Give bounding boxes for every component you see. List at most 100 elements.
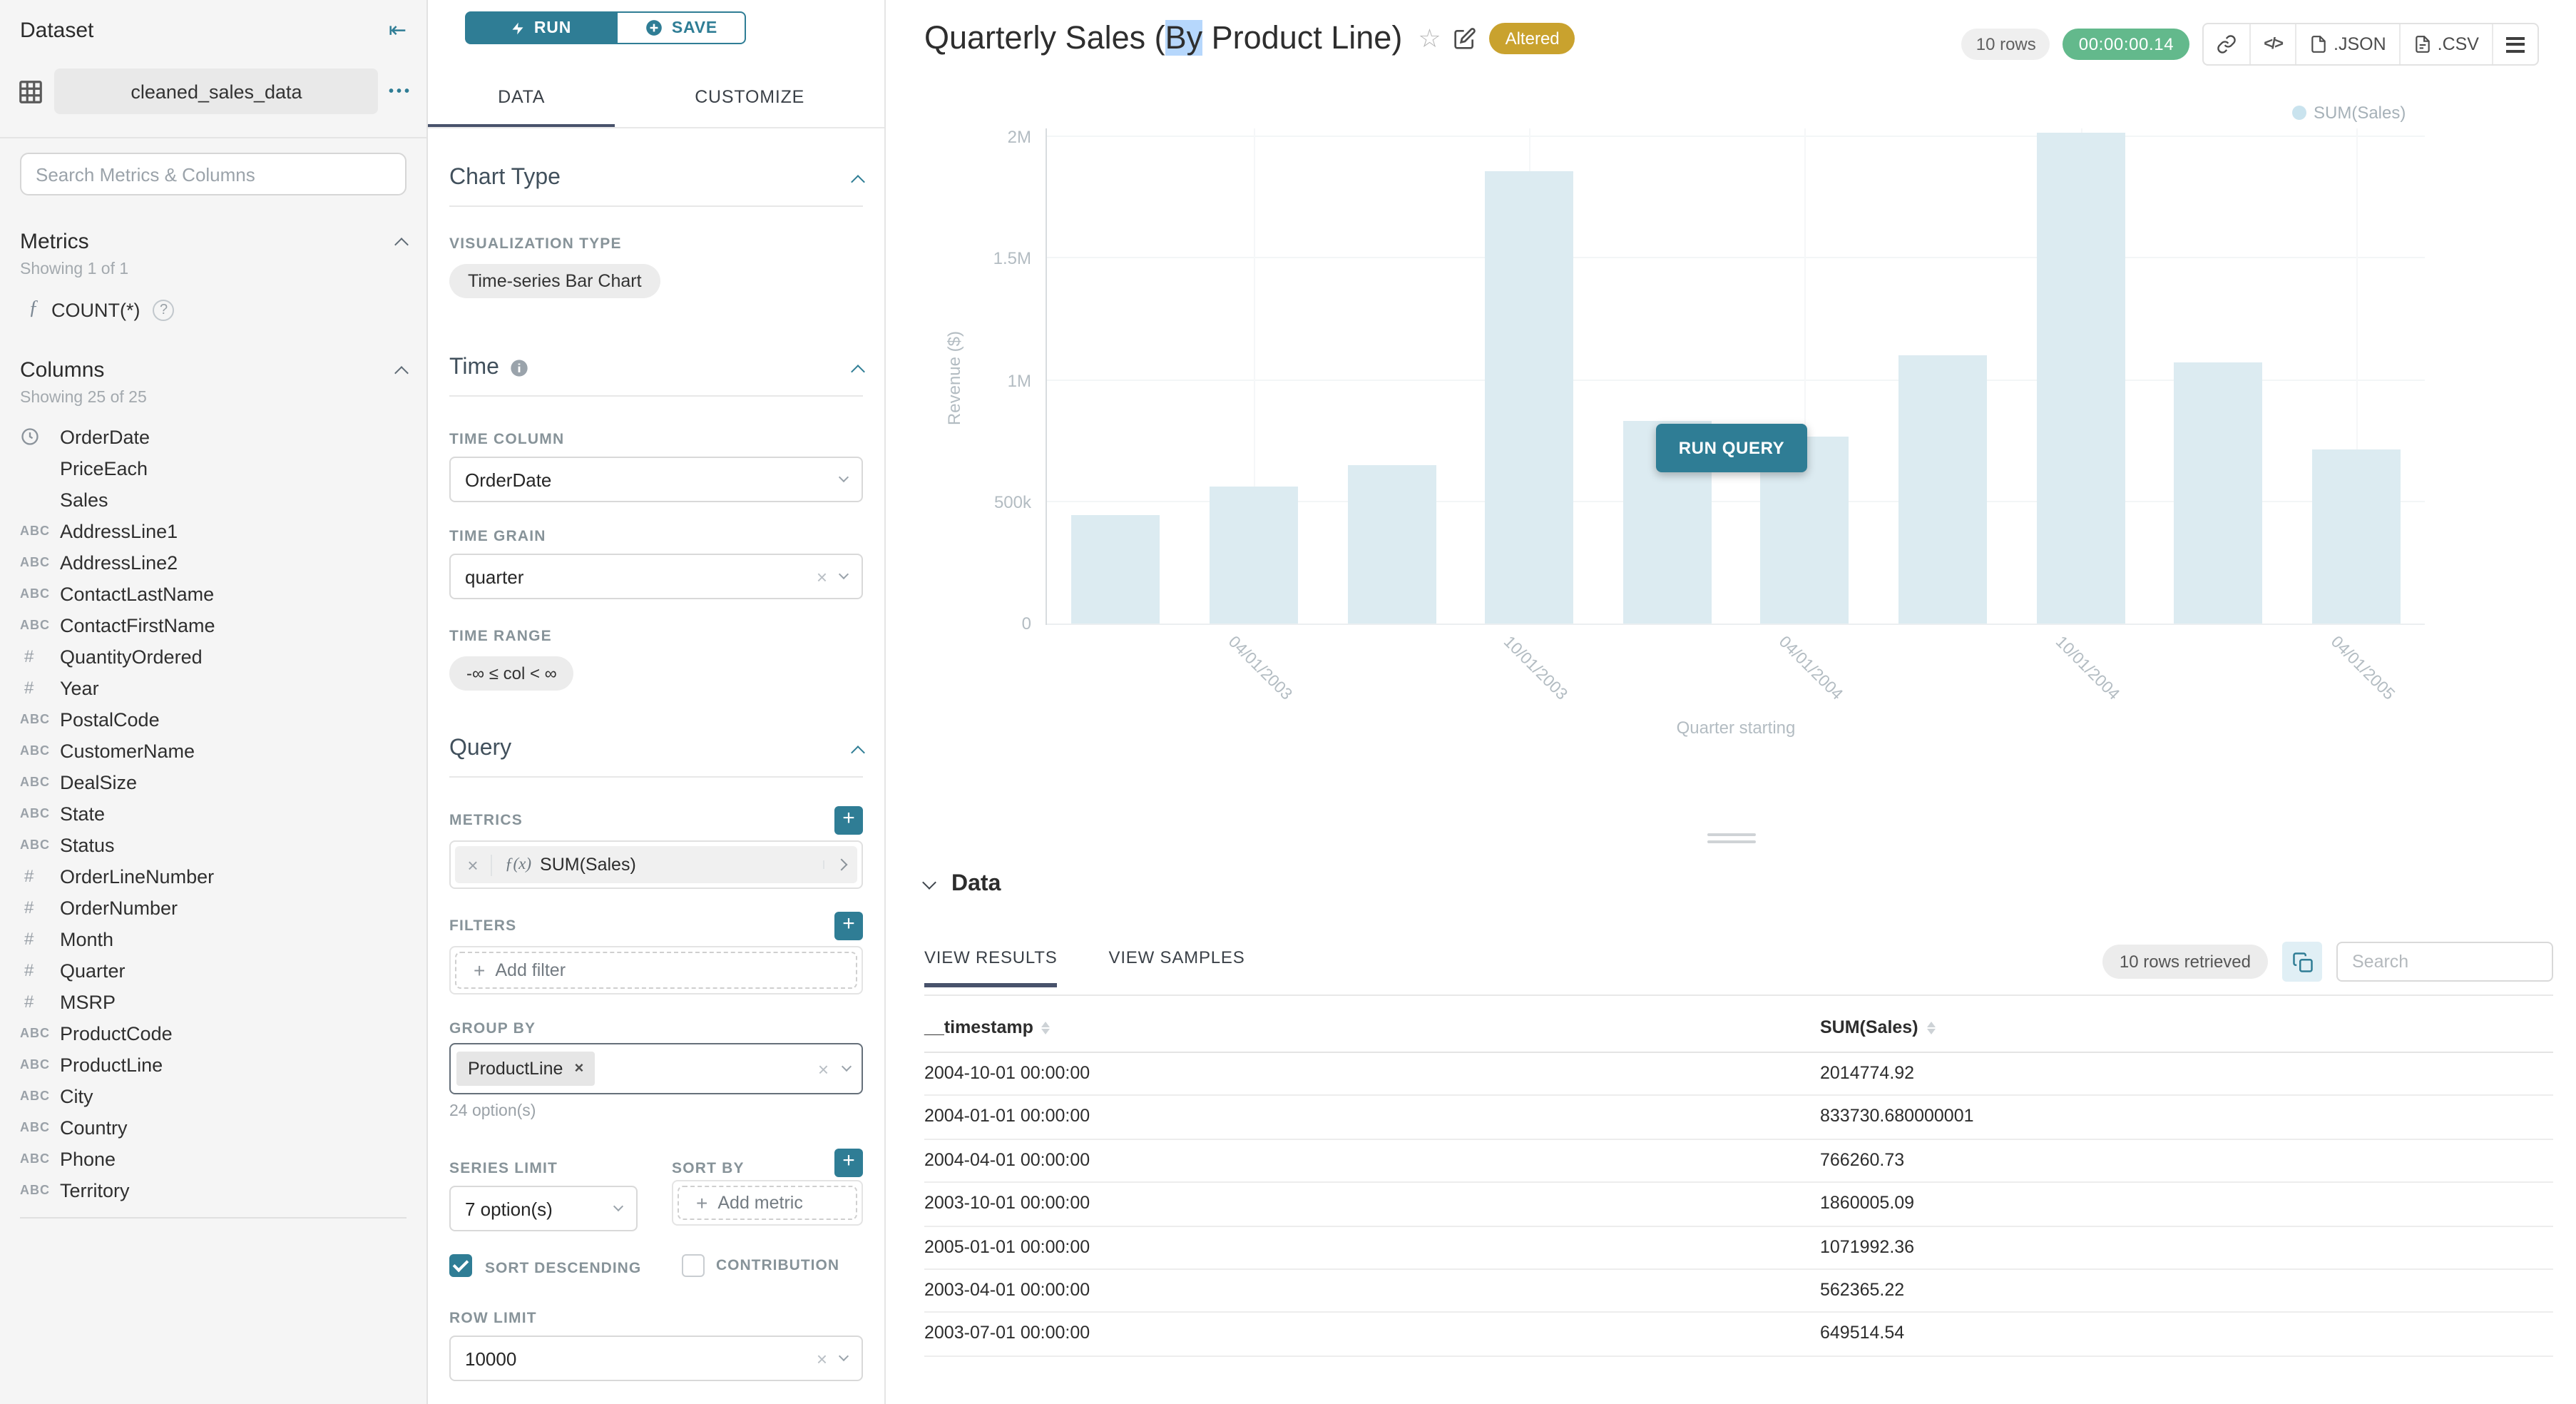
add-sort-metric-dropzone[interactable]: + Add metric: [678, 1186, 857, 1220]
edit-title-icon[interactable]: [1454, 27, 1477, 50]
table-row[interactable]: 2003-04-01 00:00:00562365.22: [924, 1270, 2553, 1313]
clear-icon[interactable]: ×: [817, 1349, 827, 1368]
column-item-customername[interactable]: ABCCustomerName: [20, 735, 407, 766]
add-metric-button[interactable]: +: [834, 806, 863, 835]
group-by-select[interactable]: ProductLine × ×: [449, 1043, 863, 1094]
column-item-ordernumber[interactable]: #OrderNumber: [20, 892, 407, 923]
table-row[interactable]: 2005-01-01 00:00:001071992.36: [924, 1226, 2553, 1270]
bar-2003-01-01[interactable]: [1072, 515, 1160, 624]
chevron-up-icon[interactable]: [851, 364, 865, 378]
table-row[interactable]: 2004-04-01 00:00:00766260.73: [924, 1140, 2553, 1184]
column-item-orderdate[interactable]: OrderDate: [20, 421, 407, 452]
clear-icon[interactable]: ×: [818, 1059, 829, 1078]
column-item-territory[interactable]: ABCTerritory: [20, 1174, 407, 1206]
chart-menu-button[interactable]: [2493, 24, 2537, 64]
table-row[interactable]: 2003-07-01 00:00:00649514.54: [924, 1313, 2553, 1357]
altered-badge[interactable]: Altered: [1490, 23, 1575, 54]
column-item-country[interactable]: ABCCountry: [20, 1112, 407, 1143]
bar-2005-01-01[interactable]: [2174, 362, 2262, 624]
dataset-more-menu[interactable]: •••: [389, 83, 412, 99]
group-by-tag[interactable]: ProductLine ×: [456, 1052, 595, 1086]
chevron-down-icon[interactable]: [922, 875, 936, 890]
time-grain-select[interactable]: quarter ×: [449, 554, 863, 599]
data-search-input[interactable]: [2336, 942, 2553, 982]
column-item-contactfirstname[interactable]: ABCContactFirstName: [20, 609, 407, 641]
bar-2005-04-01[interactable]: [2311, 450, 2400, 624]
column-item-msrp[interactable]: #MSRP: [20, 986, 407, 1017]
column-item-quantityordered[interactable]: #QuantityOrdered: [20, 641, 407, 672]
column-item-month[interactable]: #Month: [20, 923, 407, 955]
chevron-right-icon[interactable]: [823, 860, 857, 869]
favorite-star-icon[interactable]: ☆: [1418, 24, 1441, 54]
column-item-productcode[interactable]: ABCProductCode: [20, 1017, 407, 1049]
time-range-value[interactable]: -∞ ≤ col < ∞: [449, 656, 574, 691]
run-button[interactable]: RUN: [465, 11, 618, 44]
column-item-priceeach[interactable]: PriceEach: [20, 452, 407, 484]
save-button[interactable]: SAVE: [618, 11, 746, 44]
add-sort-metric-button[interactable]: +: [834, 1149, 863, 1177]
column-item-dealsize[interactable]: ABCDealSize: [20, 766, 407, 798]
sort-icon[interactable]: [1927, 1021, 1936, 1034]
clear-icon[interactable]: ×: [817, 567, 827, 586]
metric-pill[interactable]: × ƒ(x) SUM(Sales): [455, 846, 857, 883]
search-metrics-columns-input[interactable]: [20, 153, 407, 195]
chevron-up-icon[interactable]: [851, 174, 865, 188]
tab-data[interactable]: DATA: [428, 76, 615, 127]
help-icon[interactable]: ?: [153, 299, 175, 320]
bar-chart-plot[interactable]: [1047, 128, 2425, 625]
run-query-button[interactable]: RUN QUERY: [1656, 424, 1807, 472]
export-csv-button[interactable]: .CSV: [2401, 24, 2493, 64]
add-filter-dropzone[interactable]: + Add filter: [455, 952, 857, 989]
checkbox-checked-icon[interactable]: [449, 1254, 472, 1277]
tab-view-samples[interactable]: VIEW SAMPLES: [1109, 947, 1245, 987]
remove-tag-icon[interactable]: ×: [574, 1060, 583, 1077]
column-item-addressline2[interactable]: ABCAddressLine2: [20, 546, 407, 578]
table-row[interactable]: 2004-01-01 00:00:00833730.680000001: [924, 1097, 2553, 1140]
column-item-postalcode[interactable]: ABCPostalCode: [20, 703, 407, 735]
column-item-sales[interactable]: Sales: [20, 484, 407, 515]
sort-icon[interactable]: [1042, 1021, 1051, 1034]
bar-2004-10-01[interactable]: [2036, 133, 2125, 624]
bar-2003-10-01[interactable]: [1485, 171, 1573, 624]
contribution-checkbox[interactable]: CONTRIBUTION: [682, 1254, 863, 1281]
column-item-state[interactable]: ABCState: [20, 798, 407, 829]
bar-2003-04-01[interactable]: [1210, 487, 1298, 624]
column-header-sum-sales[interactable]: SUM(Sales): [1820, 1017, 1936, 1037]
collapse-sidebar-icon[interactable]: ⇤: [389, 17, 407, 43]
series-limit-select[interactable]: 7 option(s): [449, 1186, 638, 1231]
remove-metric-icon[interactable]: ×: [455, 854, 492, 875]
column-item-addressline1[interactable]: ABCAddressLine1: [20, 515, 407, 546]
column-item-status[interactable]: ABCStatus: [20, 829, 407, 860]
chevron-up-icon[interactable]: [851, 745, 865, 759]
copy-link-button[interactable]: [2204, 24, 2251, 64]
page-title[interactable]: Quarterly Sales (By Product Line): [924, 20, 1402, 57]
time-column-select[interactable]: OrderDate: [449, 457, 863, 502]
chevron-up-icon[interactable]: [394, 238, 409, 252]
metric-item[interactable]: ƒ COUNT(*) ?: [29, 298, 407, 321]
column-item-productline[interactable]: ABCProductLine: [20, 1049, 407, 1080]
sort-descending-checkbox[interactable]: SORT DESCENDING: [449, 1254, 682, 1281]
column-item-year[interactable]: #Year: [20, 672, 407, 703]
column-item-contactlastname[interactable]: ABCContactLastName: [20, 578, 407, 609]
visualization-type-value[interactable]: Time-series Bar Chart: [449, 264, 660, 298]
column-item-phone[interactable]: ABCPhone: [20, 1143, 407, 1174]
bar-2003-07-01[interactable]: [1347, 466, 1436, 624]
checkbox-unchecked-icon[interactable]: [682, 1254, 705, 1277]
chart-legend[interactable]: SUM(Sales): [2292, 103, 2406, 123]
column-item-quarter[interactable]: #Quarter: [20, 955, 407, 986]
bar-2004-07-01[interactable]: [1898, 356, 1987, 624]
table-row[interactable]: 2003-10-01 00:00:001860005.09: [924, 1183, 2553, 1226]
copy-data-button[interactable]: [2282, 942, 2322, 982]
column-header-timestamp[interactable]: __timestamp: [924, 1017, 1051, 1037]
chevron-up-icon[interactable]: [394, 366, 409, 380]
export-json-button[interactable]: .JSON: [2296, 24, 2401, 64]
tab-view-results[interactable]: VIEW RESULTS: [924, 947, 1058, 987]
tab-customize[interactable]: CUSTOMIZE: [615, 76, 884, 127]
embed-code-button[interactable]: </>: [2251, 24, 2296, 64]
table-row[interactable]: 2004-10-01 00:00:002014774.92: [924, 1053, 2553, 1097]
dataset-name[interactable]: cleaned_sales_data: [54, 68, 379, 114]
add-filter-button[interactable]: +: [834, 912, 863, 940]
row-limit-select[interactable]: 10000 ×: [449, 1336, 863, 1381]
panel-resize-handle[interactable]: [1707, 833, 1756, 848]
column-item-orderlinenumber[interactable]: #OrderLineNumber: [20, 860, 407, 892]
